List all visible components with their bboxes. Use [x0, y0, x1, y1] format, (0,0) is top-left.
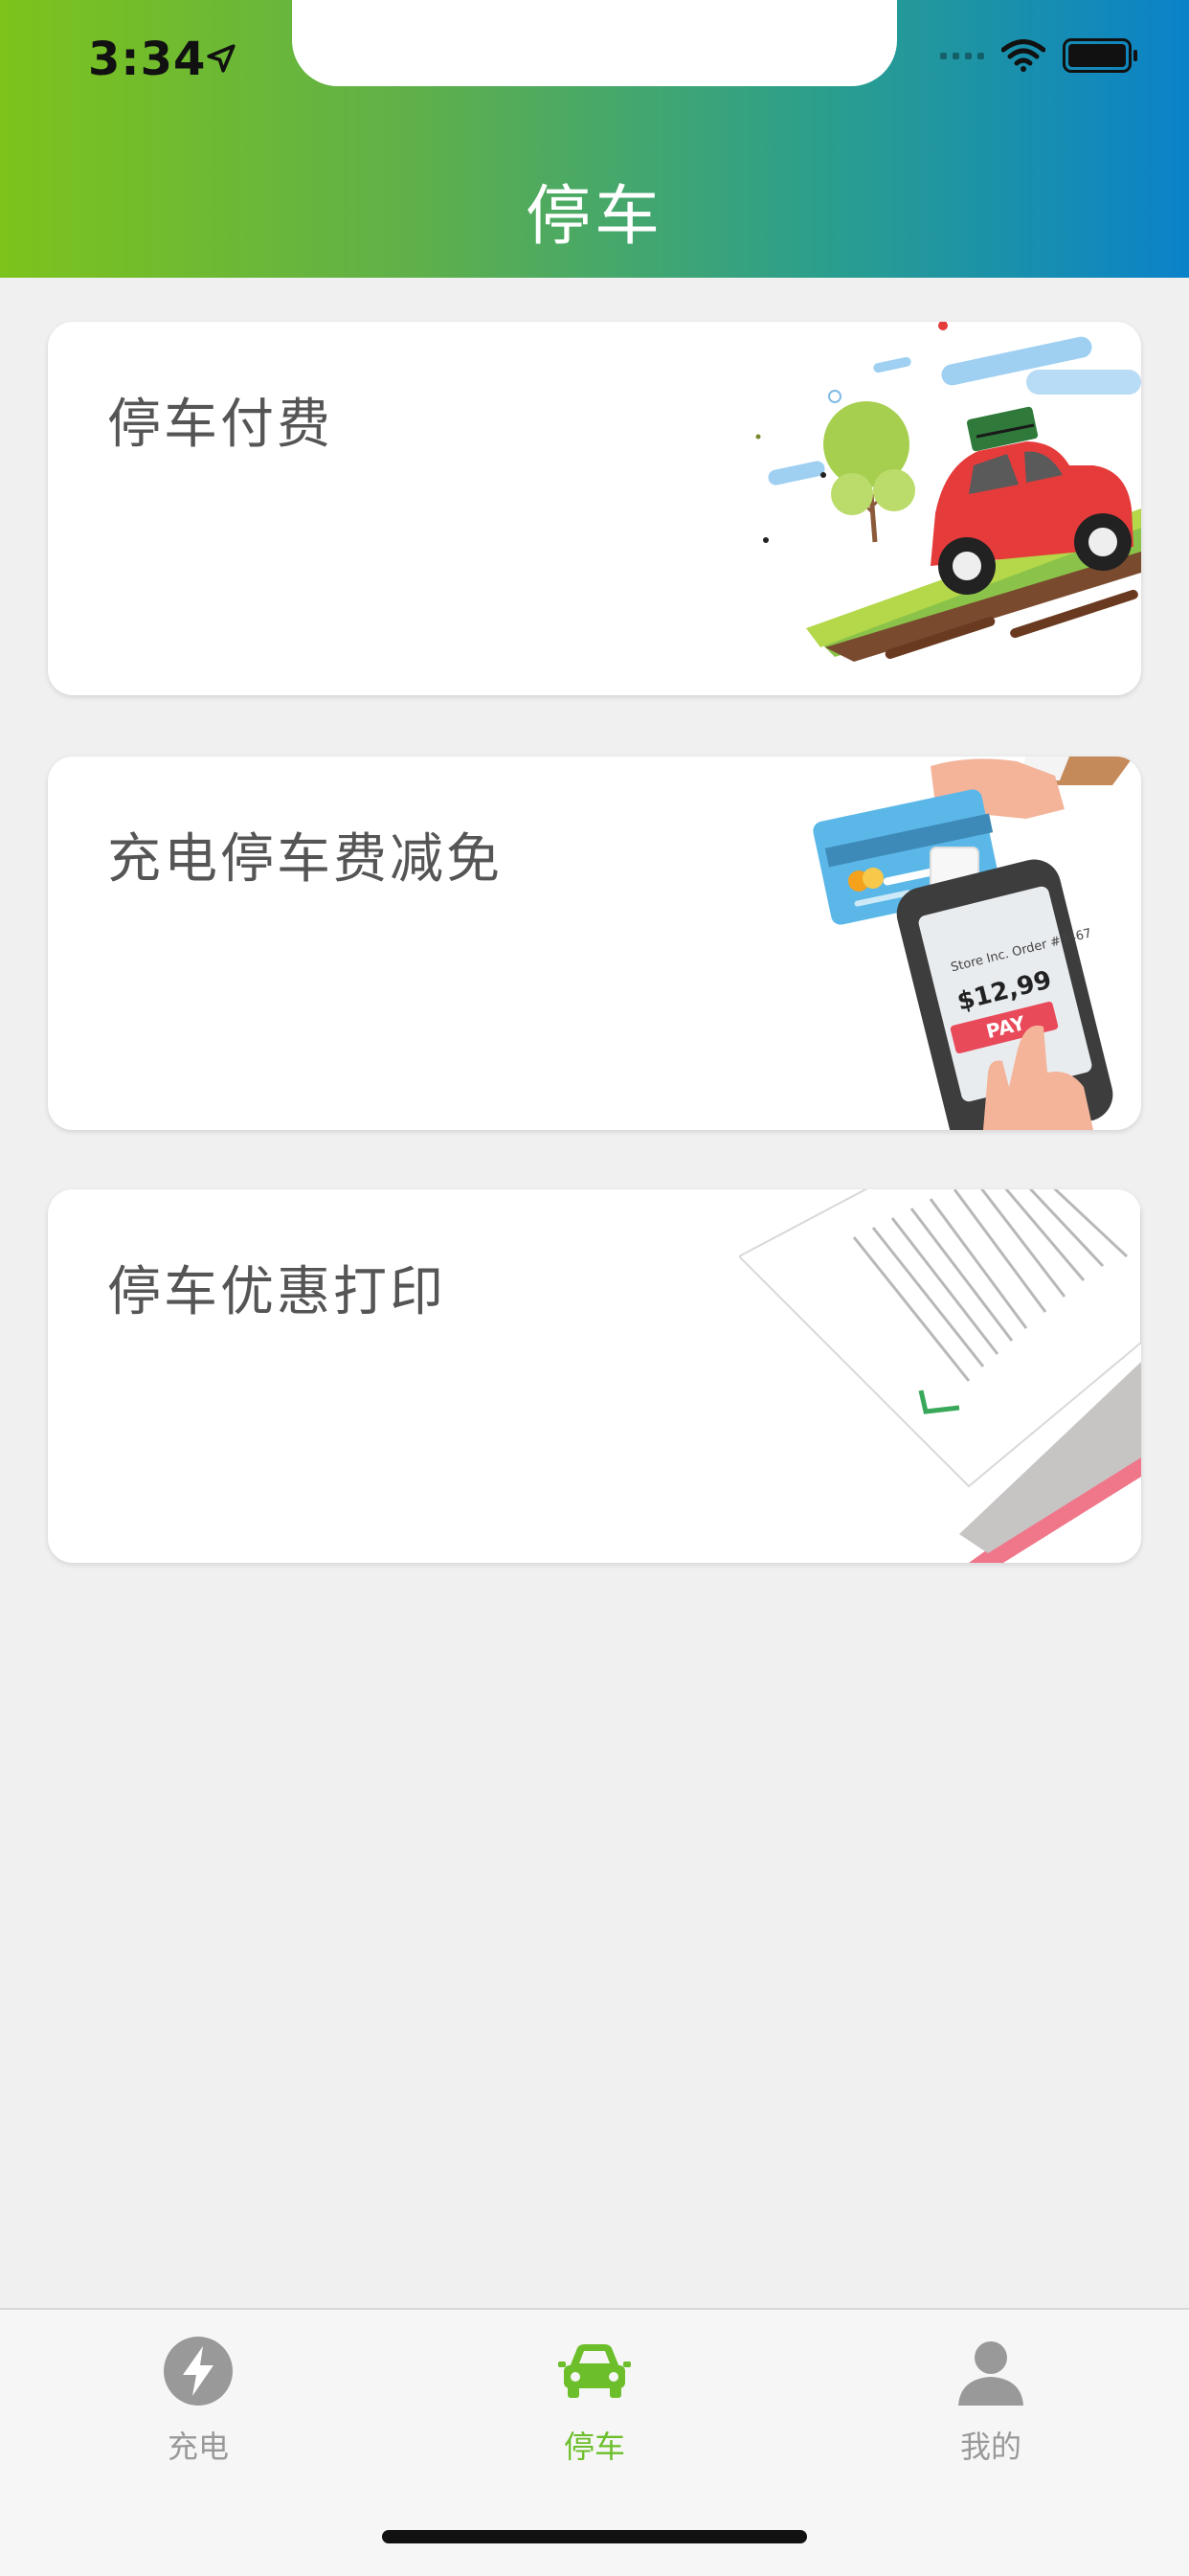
car-icon	[558, 2344, 631, 2398]
card-parking-payment[interactable]: 停车付费	[48, 322, 1141, 695]
device-notch	[292, 0, 897, 86]
tab-parking[interactable]: 停车	[499, 2333, 690, 2486]
home-indicator[interactable]	[382, 2530, 807, 2543]
tab-charging[interactable]: 充电	[102, 2333, 294, 2486]
tab-mine[interactable]: 我的	[895, 2333, 1087, 2486]
location-arrow-icon	[207, 44, 236, 73]
card-parking-discount-print[interactable]: 停车优惠打印	[48, 1189, 1141, 1563]
card-label: 充电停车费减免	[107, 828, 503, 891]
status-icons	[940, 38, 1137, 73]
card-label: 停车付费	[107, 394, 333, 456]
red-car-illustration	[755, 322, 1141, 662]
lightning-icon	[164, 2337, 233, 2406]
cellular-signal-icon	[940, 52, 984, 59]
battery-icon	[1063, 38, 1137, 73]
status-time: 3:34	[88, 33, 207, 86]
page-title: 停车	[525, 179, 663, 255]
user-icon	[958, 2341, 1023, 2406]
card-label: 停车优惠打印	[107, 1261, 446, 1323]
card-charging-fee-reduction[interactable]: 充电停车费减免 Store Inc. Order #3467 $12,99 PA…	[48, 757, 1141, 1130]
wifi-icon	[1001, 39, 1045, 72]
tab-label: 充电	[167, 2429, 229, 2465]
phone-payment-illustration: Store Inc. Order #3467 $12,99 PAY	[813, 757, 1133, 1130]
tab-label: 我的	[959, 2429, 1021, 2465]
header-bar: 3:34 停车	[0, 0, 1189, 278]
tab-label: 停车	[563, 2429, 625, 2465]
receipt-print-illustration	[739, 1189, 1141, 1563]
